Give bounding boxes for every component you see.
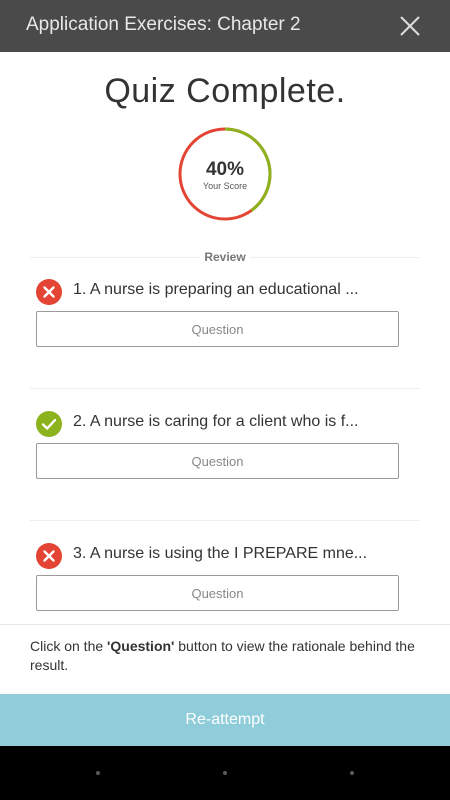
question-button-2[interactable]: Question (36, 443, 399, 479)
system-nav-bar (0, 746, 450, 800)
nav-recents-button[interactable] (350, 771, 354, 775)
reattempt-button[interactable]: Re-attempt (0, 694, 450, 746)
question-button-3[interactable]: Question (36, 575, 399, 611)
review-label-text: Review (200, 250, 250, 264)
question-text-1: 1. A nurse is preparing an educational .… (73, 281, 359, 298)
question-button-1[interactable]: Question (36, 311, 399, 347)
question-text-3: 3. A nurse is using the I PREPARE mne... (73, 545, 368, 562)
score-percent: 40% (205, 159, 245, 180)
incorrect-icon (36, 279, 62, 305)
score-ring: 40% Your Score (177, 126, 273, 222)
item-divider (30, 520, 420, 521)
correct-icon (36, 411, 62, 437)
review-item-1: 1. A nurse is preparing an educational .… (0, 279, 450, 411)
review-section-label: Review (0, 250, 450, 264)
page-title: Quiz Complete. (104, 72, 346, 110)
window-title: Application Exercises: Chapter 2 (26, 14, 301, 35)
review-item-2: 2. A nurse is caring for a client who is… (0, 411, 450, 543)
nav-home-button[interactable] (223, 771, 227, 775)
nav-back-button[interactable] (96, 771, 100, 775)
incorrect-icon (36, 543, 62, 569)
instruction-note: Click on the 'Question' button to view t… (0, 624, 450, 694)
close-icon[interactable] (396, 12, 424, 40)
title-bar: Application Exercises: Chapter 2 (0, 0, 450, 52)
question-text-2: 2. A nurse is caring for a client who is… (73, 413, 359, 430)
instruction-prefix: Click on the (30, 638, 108, 654)
score-label: Your Score (202, 181, 248, 191)
item-divider (30, 388, 420, 389)
instruction-bold: 'Question' (107, 638, 175, 654)
